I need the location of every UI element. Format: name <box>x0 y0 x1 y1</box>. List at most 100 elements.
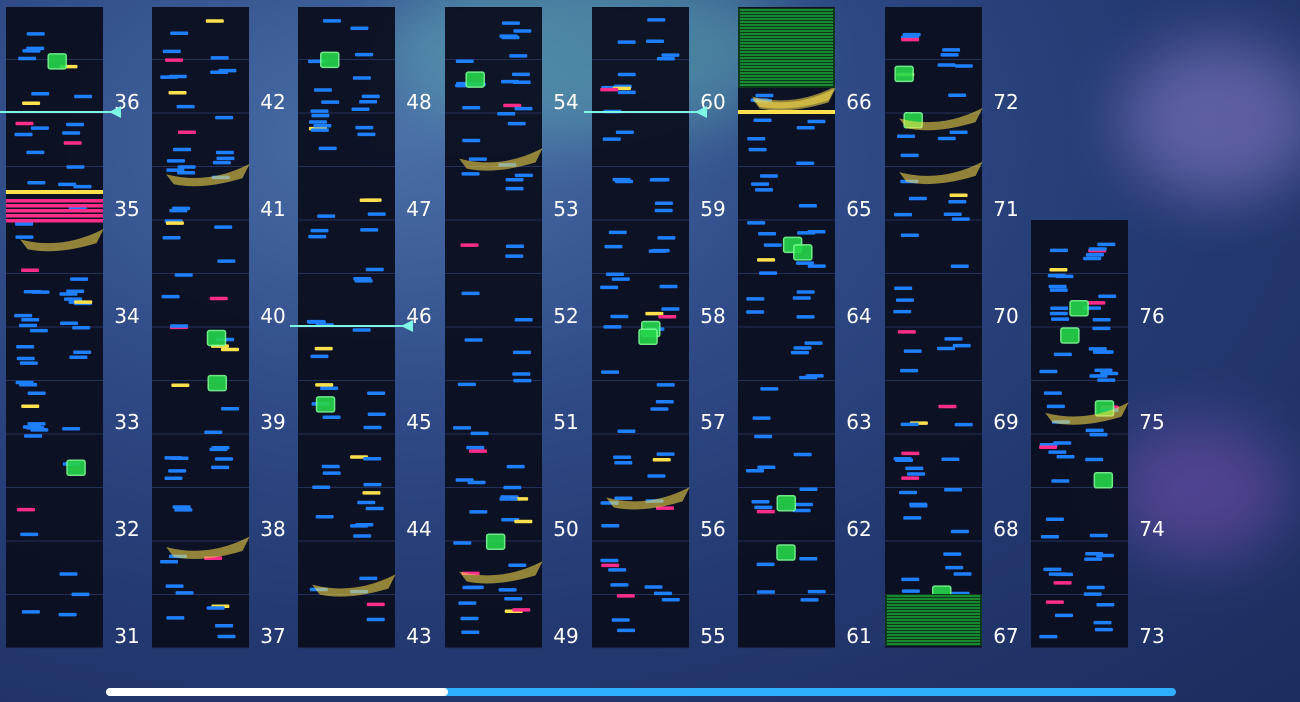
note <box>350 26 369 30</box>
note <box>355 52 374 57</box>
note <box>608 230 627 235</box>
progress-bar-fill <box>106 688 449 696</box>
note <box>177 165 196 169</box>
note <box>754 505 773 510</box>
note <box>948 93 967 98</box>
measure-number: 58 <box>700 304 725 328</box>
measure-number: 73 <box>1139 624 1164 648</box>
note <box>457 382 476 387</box>
note <box>893 309 912 314</box>
note <box>610 583 629 587</box>
note <box>748 147 767 152</box>
note <box>763 243 782 247</box>
note <box>1048 450 1067 454</box>
note <box>322 471 341 475</box>
note <box>1084 557 1103 561</box>
note <box>901 37 920 42</box>
note <box>1092 326 1111 331</box>
note <box>314 346 333 351</box>
note <box>211 465 230 470</box>
note <box>363 482 382 487</box>
note <box>313 88 332 92</box>
note <box>1045 517 1064 522</box>
note <box>1094 368 1113 373</box>
hold-note <box>66 459 86 476</box>
note <box>798 203 817 208</box>
note <box>901 451 920 456</box>
note <box>26 426 45 430</box>
note <box>951 217 970 221</box>
measure-number: 72 <box>993 90 1018 114</box>
note <box>608 568 627 572</box>
note <box>1098 294 1117 298</box>
note <box>216 156 235 161</box>
note <box>16 344 35 349</box>
note <box>796 315 815 319</box>
note <box>805 374 824 378</box>
note <box>453 426 472 430</box>
note <box>1048 284 1067 289</box>
note <box>1088 247 1107 251</box>
note <box>455 478 474 482</box>
note <box>1053 352 1072 357</box>
note <box>617 72 636 77</box>
note <box>31 91 50 96</box>
note <box>498 588 517 592</box>
note <box>217 259 236 263</box>
note <box>311 113 330 118</box>
note <box>746 310 765 314</box>
note <box>652 457 671 462</box>
hold-note <box>47 53 67 70</box>
note <box>321 100 340 104</box>
note <box>320 386 339 390</box>
hold-note <box>638 328 658 346</box>
note <box>1086 585 1105 590</box>
note <box>1049 288 1068 292</box>
note <box>807 589 826 594</box>
note <box>600 87 619 92</box>
note <box>58 182 77 187</box>
note <box>1092 350 1111 354</box>
note <box>646 39 665 43</box>
measure-number: 71 <box>993 197 1018 221</box>
note <box>794 502 813 507</box>
note <box>362 491 381 495</box>
note <box>503 103 522 108</box>
note <box>464 338 483 342</box>
note <box>363 198 382 202</box>
note <box>173 147 192 152</box>
note <box>209 447 228 452</box>
note <box>937 136 956 141</box>
measure-number: 67 <box>993 624 1018 648</box>
note <box>804 341 823 345</box>
note <box>21 404 40 409</box>
note <box>757 465 776 470</box>
note <box>164 476 183 481</box>
note <box>792 296 811 300</box>
note <box>6 199 103 203</box>
note <box>738 110 835 114</box>
note <box>21 610 40 614</box>
note <box>617 90 636 95</box>
note <box>900 368 919 373</box>
note <box>214 457 233 461</box>
note <box>807 229 826 234</box>
note <box>899 490 918 495</box>
note <box>31 290 50 294</box>
note <box>759 271 778 275</box>
note <box>24 434 43 438</box>
note <box>462 585 481 590</box>
note <box>363 457 382 461</box>
note <box>654 208 673 213</box>
note <box>161 294 180 299</box>
note <box>1092 318 1111 322</box>
note <box>1085 428 1104 433</box>
note <box>317 214 336 218</box>
note <box>944 337 963 341</box>
note <box>799 487 818 491</box>
note <box>757 258 776 262</box>
note <box>795 261 814 265</box>
note <box>948 199 967 204</box>
note <box>27 391 46 395</box>
note <box>1083 256 1102 261</box>
